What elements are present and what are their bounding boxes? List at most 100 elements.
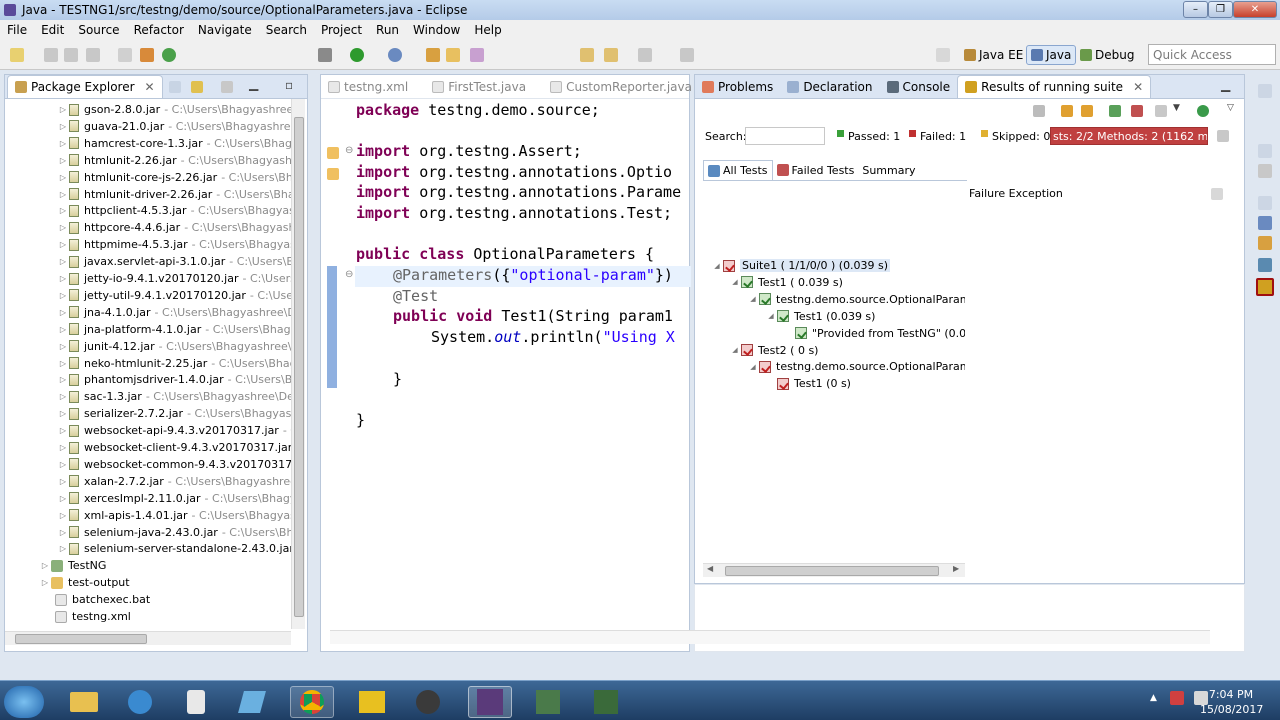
perspective-java-ee[interactable]: Java EE <box>960 45 1027 65</box>
jar-item[interactable]: ▷ jetty-io-9.4.1.v20170120.jar- C:\Users\… <box>57 270 291 287</box>
jar-item[interactable]: ▷ httpmime-4.5.3.jar- C:\Users\Bhagyashr <box>57 236 291 253</box>
jar-item[interactable]: ▷websocket-client-9.4.3.v20170317.jar- C… <box>57 439 291 456</box>
build-icon[interactable] <box>140 48 154 62</box>
run-icon[interactable] <box>350 48 364 62</box>
subtab-failed-tests[interactable]: Failed Tests <box>773 160 859 180</box>
subtab-summary[interactable]: Summary <box>858 160 919 180</box>
app-taskbar-icon[interactable] <box>584 686 628 718</box>
expand-icon[interactable]: ▷ <box>39 561 51 570</box>
jar-item[interactable]: ▷ httpcore-4.4.6.jar- C:\Users\Bhagyashre… <box>57 219 291 236</box>
expand-icon[interactable]: ▷ <box>57 240 69 249</box>
expand-icon[interactable]: ▷ <box>57 105 69 114</box>
menu-edit[interactable]: Edit <box>34 23 71 37</box>
result-tree-item[interactable]: Test1 (0 s) <box>765 375 851 392</box>
tab-customreporter-java[interactable]: CustomReporter.java <box>543 76 699 98</box>
expand-icon[interactable]: ◢ <box>729 278 741 286</box>
view-menu-icon[interactable]: ▽ <box>1227 103 1234 113</box>
expand-icon[interactable]: ▷ <box>57 139 69 148</box>
vscroll-thumb[interactable] <box>294 117 304 617</box>
menu-refactor[interactable]: Refactor <box>127 23 191 37</box>
expand-icon[interactable]: ▷ <box>57 173 69 182</box>
expand-icon[interactable]: ▷ <box>57 257 69 266</box>
tab-console[interactable]: Console <box>880 76 958 98</box>
clear-results-icon[interactable] <box>1033 105 1045 117</box>
maximize-button[interactable]: ❐ <box>1208 1 1233 18</box>
view-menu-icon[interactable] <box>221 81 233 93</box>
folder-item[interactable]: ▷ test-output <box>39 574 130 591</box>
search-input[interactable] <box>745 127 825 145</box>
outline-icon[interactable] <box>1258 164 1272 178</box>
menu-project[interactable]: Project <box>314 23 369 37</box>
new-java-project-icon[interactable] <box>426 48 440 62</box>
expand-icon[interactable]: ▷ <box>57 223 69 232</box>
menu-search[interactable]: Search <box>259 23 314 37</box>
jar-item[interactable]: ▷ websocket-common-9.4.3.v20170317.jar <box>57 456 291 473</box>
expand-icon[interactable]: ▷ <box>57 409 69 418</box>
open-type-icon[interactable] <box>470 48 484 62</box>
expand-icon[interactable]: ◢ <box>747 295 759 303</box>
perspective-java[interactable]: Java <box>1026 45 1077 65</box>
file-item[interactable]: testng.xml <box>55 608 131 625</box>
expand-icon[interactable]: ▷ <box>57 156 69 165</box>
result-tree-item[interactable]: ◢ Test1 ( 0.039 s) <box>729 274 843 291</box>
expand-icon[interactable]: ▷ <box>57 190 69 199</box>
expand-icon[interactable]: ▷ <box>57 308 69 317</box>
result-tree-item[interactable]: "Provided from TestNG" (0.03 <box>783 325 965 342</box>
chrome-taskbar-icon[interactable] <box>290 686 334 718</box>
results-hscroll-thumb[interactable] <box>725 566 939 576</box>
expand-icon[interactable]: ▷ <box>57 443 69 452</box>
expand-icon[interactable]: ▷ <box>57 460 69 469</box>
fold-icon[interactable]: ⊖ <box>345 269 353 280</box>
refresh-icon[interactable] <box>162 48 176 62</box>
chevron-down-icon[interactable]: ▼ <box>1173 103 1180 113</box>
previous-failure-icon[interactable] <box>1081 105 1093 117</box>
jar-item[interactable]: ▷ xml-apis-1.4.01.jar- C:\Users\Bhagyashr <box>57 507 291 524</box>
expand-icon[interactable]: ◢ <box>747 363 759 371</box>
new-icon[interactable] <box>10 48 24 62</box>
close-button[interactable]: ✕ <box>1233 1 1277 18</box>
jar-item[interactable]: ▷ htmlunit-2.26.jar- C:\Users\Bhagyashree <box>57 152 291 169</box>
expand-icon[interactable]: ▷ <box>57 477 69 486</box>
explorer-taskbar-icon[interactable] <box>62 686 106 718</box>
result-tree-item[interactable]: ◢ Test2 ( 0 s) <box>729 342 818 359</box>
open-perspective-icon[interactable] <box>936 48 950 62</box>
jar-item[interactable]: ▷ serializer-2.7.2.jar- C:\Users\Bhagyash… <box>57 405 291 422</box>
ie-taskbar-icon[interactable] <box>118 686 162 718</box>
hscroll-thumb[interactable] <box>15 634 147 644</box>
expand-icon[interactable]: ◢ <box>729 346 741 354</box>
subtab-all-tests[interactable]: All Tests <box>703 160 773 180</box>
file-item[interactable]: batchexec.bat <box>55 591 150 608</box>
jar-item[interactable]: ▷ hamcrest-core-1.3.jar- C:\Users\Bhagya <box>57 135 291 152</box>
app-taskbar-icon[interactable] <box>406 686 450 718</box>
minimize-view-icon[interactable]: ▁ <box>1221 78 1230 92</box>
collapse-all-icon[interactable] <box>169 81 181 93</box>
results-hscrollbar[interactable]: ◀ ▶ <box>703 563 965 577</box>
expand-icon[interactable]: ◢ <box>711 262 723 270</box>
task-list-icon[interactable] <box>1258 216 1272 230</box>
maximize-view-icon[interactable]: ▫ <box>285 78 293 92</box>
restore-view-icon[interactable] <box>1258 84 1272 98</box>
menu-file[interactable]: File <box>0 23 34 37</box>
servers-icon[interactable] <box>1258 258 1272 272</box>
result-tree-item[interactable]: ◢ testng.demo.source.OptionalParamet <box>747 291 965 308</box>
menu-source[interactable]: Source <box>71 23 126 37</box>
tray-icon[interactable] <box>1170 691 1184 705</box>
show-hidden-icons[interactable]: ▲ <box>1150 693 1157 703</box>
rerun-icon[interactable] <box>1109 105 1121 117</box>
expand-icon[interactable]: ▷ <box>57 511 69 520</box>
expand-icon[interactable]: ▷ <box>57 392 69 401</box>
minimize-button[interactable]: – <box>1183 1 1208 18</box>
package-explorer-vscrollbar[interactable] <box>291 99 305 629</box>
expand-icon[interactable]: ▷ <box>57 359 69 368</box>
expand-icon[interactable]: ▷ <box>57 426 69 435</box>
jar-item[interactable]: ▷ neko-htmlunit-2.25.jar- C:\Users\Bhagy <box>57 355 291 372</box>
save-icon[interactable] <box>44 48 58 62</box>
expand-icon[interactable]: ▷ <box>39 578 51 587</box>
app-taskbar-icon[interactable] <box>230 686 274 718</box>
jar-item[interactable]: ▷ jna-platform-4.1.0.jar- C:\Users\Bhagya… <box>57 321 291 338</box>
next-annotation-icon[interactable] <box>580 48 594 62</box>
expand-icon[interactable]: ▷ <box>57 375 69 384</box>
jar-item[interactable]: ▷ guava-21.0.jar- C:\Users\Bhagyashree\D <box>57 118 291 135</box>
app-taskbar-icon[interactable] <box>526 686 570 718</box>
jar-item[interactable]: ▷ selenium-java-2.43.0.jar- C:\Users\Bhag <box>57 524 291 541</box>
